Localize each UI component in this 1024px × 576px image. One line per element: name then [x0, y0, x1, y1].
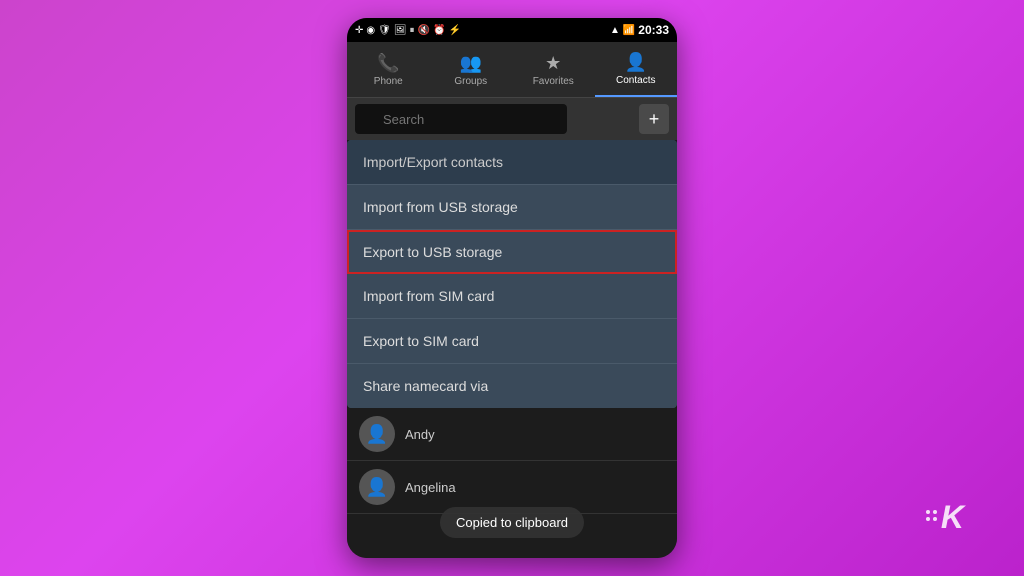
menu-item-import-sim[interactable]: Import from SIM card: [347, 274, 677, 319]
charge-icon: ⚡: [448, 25, 460, 36]
watermark-dots: [926, 510, 937, 521]
status-icons-left: ✛ ◉ 🛡 🖼 ⏸ 🔇 ⏰ ⚡: [355, 25, 461, 36]
signal-icon: ▲: [610, 25, 620, 36]
pause-icon: ⏸: [410, 25, 415, 36]
mute-icon: 🔇: [418, 25, 430, 36]
tab-phone[interactable]: 📞 Phone: [347, 42, 430, 97]
image-icon: 🖼: [394, 25, 407, 36]
contacts-area: 👤 Andy 👤 Angelina Copied to clipboard: [347, 408, 677, 558]
search-input[interactable]: [355, 104, 567, 134]
contact-name-angelina: Angelina: [405, 480, 456, 495]
groups-icon: 👥: [460, 53, 482, 74]
contact-item-andy[interactable]: 👤 Andy: [347, 408, 677, 461]
contacts-icon: 👤: [625, 52, 647, 73]
tab-phone-label: Phone: [374, 76, 403, 87]
menu-item-share-namecard[interactable]: Share namecard via: [347, 364, 677, 408]
dropdown-menu: Import/Export contacts Import from USB s…: [347, 140, 677, 408]
phone-icon: 📞: [377, 53, 399, 74]
tab-contacts[interactable]: 👤 Contacts: [595, 42, 678, 97]
signal-bars-icon: 📶: [623, 25, 635, 36]
toast-notification: Copied to clipboard: [440, 507, 584, 538]
favorites-icon: ★: [545, 53, 561, 74]
tab-favorites[interactable]: ★ Favorites: [512, 42, 595, 97]
watermark: K: [926, 499, 964, 536]
tab-contacts-label: Contacts: [616, 75, 655, 86]
menu-header: Import/Export contacts: [347, 140, 677, 185]
menu-item-export-sim[interactable]: Export to SIM card: [347, 319, 677, 364]
phone-container: ✛ ◉ 🛡 🖼 ⏸ 🔇 ⏰ ⚡ ▲ 📶 20:33 📞 Phone 👥 Grou…: [347, 18, 677, 558]
watermark-letter: K: [941, 499, 964, 536]
status-bar: ✛ ◉ 🛡 🖼 ⏸ 🔇 ⏰ ⚡ ▲ 📶 20:33: [347, 18, 677, 42]
contact-name-andy: Andy: [405, 427, 435, 442]
notification-icon: ✛: [355, 25, 363, 36]
menu-item-export-usb[interactable]: Export to USB storage: [347, 230, 677, 274]
avatar-angelina: 👤: [359, 469, 395, 505]
tab-favorites-label: Favorites: [533, 76, 574, 87]
alarm-icon: ⏰: [433, 25, 445, 36]
tab-groups-label: Groups: [454, 76, 487, 87]
time-display: 20:33: [638, 23, 669, 37]
menu-item-import-usb[interactable]: Import from USB storage: [347, 185, 677, 230]
tab-groups[interactable]: 👥 Groups: [430, 42, 513, 97]
search-wrap: 🔍: [355, 104, 633, 134]
avatar-andy: 👤: [359, 416, 395, 452]
wifi-icon: ◉: [366, 25, 375, 36]
phone-screen: 📞 Phone 👥 Groups ★ Favorites 👤 Contacts …: [347, 42, 677, 558]
search-bar: 🔍 +: [347, 98, 677, 140]
add-contact-button[interactable]: +: [639, 104, 669, 134]
status-time: ▲ 📶 20:33: [610, 23, 669, 37]
nav-tabs: 📞 Phone 👥 Groups ★ Favorites 👤 Contacts: [347, 42, 677, 98]
shield-icon: 🛡: [378, 25, 391, 36]
